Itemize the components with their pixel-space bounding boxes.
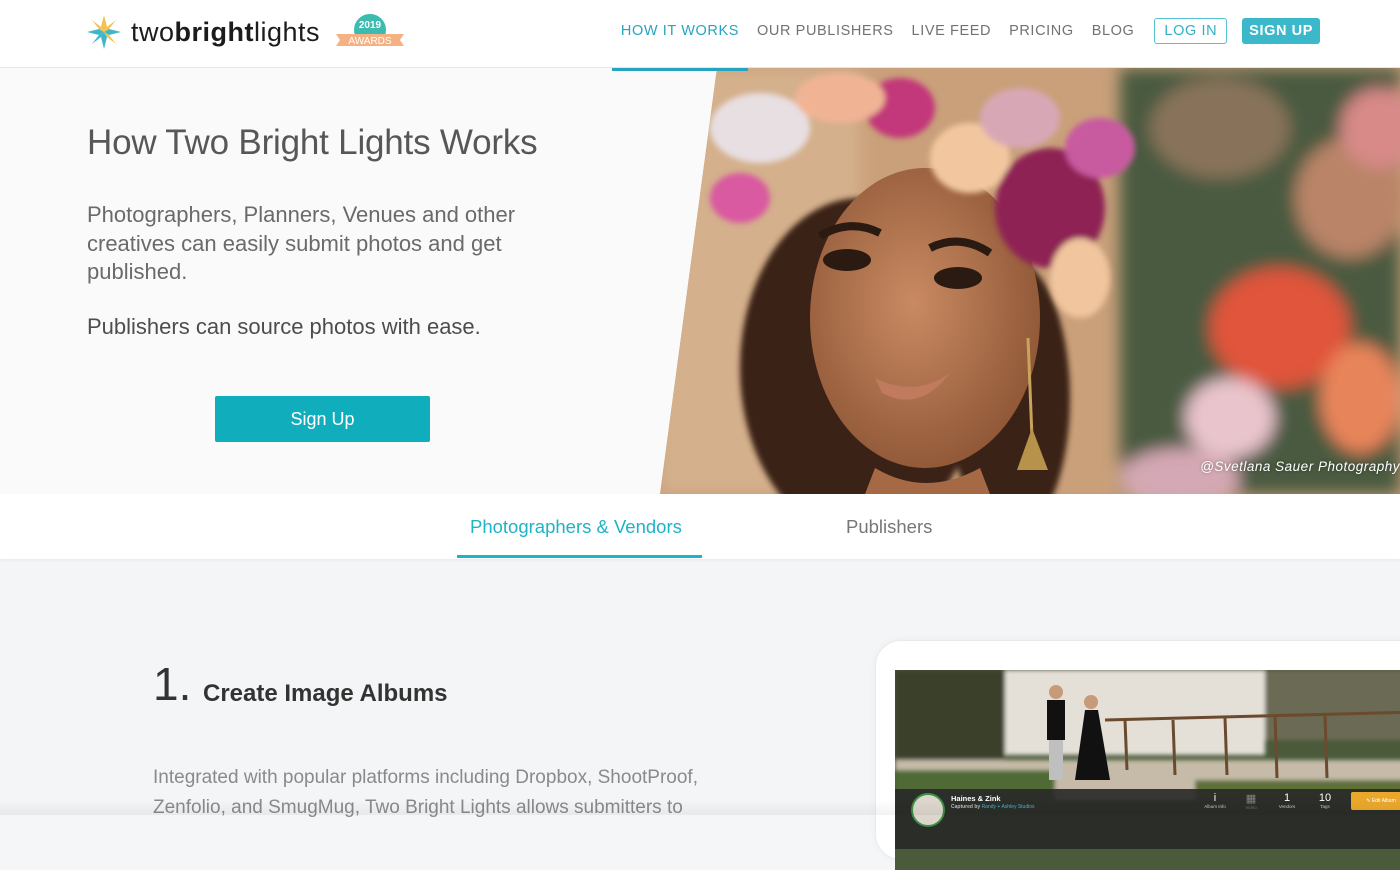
tab-photographers-vendors[interactable]: Photographers & Vendors: [470, 516, 682, 538]
hero-photo: @Svetlana Sauer Photography: [660, 68, 1400, 494]
hero-signup-button[interactable]: Sign Up: [215, 396, 430, 442]
award-year: 2019: [359, 20, 382, 31]
stat-label: Video: [1245, 805, 1257, 810]
nav-our-publishers[interactable]: OUR PUBLISHERS: [757, 23, 894, 39]
steps-section: 1. Create Image Albums Integrated with p…: [0, 559, 1400, 870]
stat-video[interactable]: ▦ Video: [1231, 792, 1271, 810]
star-logo-icon: [87, 15, 121, 49]
hero-subtitle: Publishers can source photos with ease.: [87, 314, 481, 339]
login-button[interactable]: LOG IN: [1154, 18, 1228, 44]
logo[interactable]: twobrightlights: [86, 13, 320, 51]
stat-label: Tags: [1320, 804, 1330, 809]
logo-text: twobrightlights: [131, 17, 320, 48]
nav-pricing[interactable]: PRICING: [1009, 23, 1074, 39]
page-title: How Two Bright Lights Works: [87, 123, 538, 162]
logo-text-bright: bright: [174, 16, 255, 47]
awards-badge-icon: 2019 AWARDS: [336, 12, 404, 48]
step-description: Integrated with popular platforms includ…: [153, 767, 698, 818]
stat-label: Album Info: [1204, 804, 1226, 809]
stat-vendors[interactable]: 1 Vendors: [1267, 792, 1307, 809]
stat-label: Vendors: [1278, 804, 1296, 809]
nav-blog[interactable]: BLOG: [1092, 23, 1135, 39]
step-title: Create Image Albums: [203, 680, 448, 707]
video-icon: ▦: [1245, 793, 1257, 805]
audience-tabs: Photographers & Vendors Publishers: [0, 494, 1400, 559]
hero-section: How Two Bright Lights Works Photographer…: [0, 68, 1400, 494]
bride-flower-crown-image: [660, 68, 1400, 494]
tab-publishers[interactable]: Publishers: [846, 516, 932, 538]
album-screenshot: Haines & Zink Captured by Randy + Ashley…: [895, 670, 1400, 870]
logo-text-lights: lights: [254, 16, 321, 47]
stat-tags[interactable]: 10 Tags: [1305, 792, 1345, 809]
stat-album-info[interactable]: i Album Info: [1195, 792, 1235, 809]
edit-album-label: Edit Album: [1371, 798, 1396, 804]
hero-description: Photographers, Planners, Venues and othe…: [87, 202, 516, 284]
active-tab-indicator: [457, 555, 702, 558]
captured-by-prefix: Captured by: [951, 804, 981, 810]
album-preview-card: Haines & Zink Captured by Randy + Ashley…: [875, 640, 1400, 870]
signup-button[interactable]: SIGN UP: [1242, 18, 1320, 44]
album-avatar: [911, 793, 945, 827]
stat-value: 1: [1283, 792, 1291, 804]
album-name: Haines & Zink: [951, 794, 1001, 803]
site-header: twobrightlights 2019 AWARDS HOW IT WORKS…: [0, 0, 1400, 71]
award-label: AWARDS: [348, 36, 391, 47]
stat-value: 10: [1318, 792, 1332, 804]
edit-album-button[interactable]: ✎ Edit Album: [1351, 792, 1400, 810]
info-icon: i: [1213, 792, 1217, 804]
logo-text-two: two: [131, 16, 175, 47]
nav-live-feed[interactable]: LIVE FEED: [912, 23, 992, 39]
step-number: 1.: [153, 658, 192, 710]
album-captured-by: Captured by Randy + Ashley Studios: [951, 804, 1035, 810]
nav-how-it-works[interactable]: HOW IT WORKS: [611, 23, 749, 71]
captured-by-link[interactable]: Randy + Ashley Studios: [982, 804, 1035, 810]
main-nav: HOW IT WORKS OUR PUBLISHERS LIVE FEED PR…: [603, 17, 1320, 71]
photo-credit: @Svetlana Sauer Photography: [1200, 459, 1400, 474]
album-info-bar: Haines & Zink Captured by Randy + Ashley…: [895, 789, 1400, 849]
